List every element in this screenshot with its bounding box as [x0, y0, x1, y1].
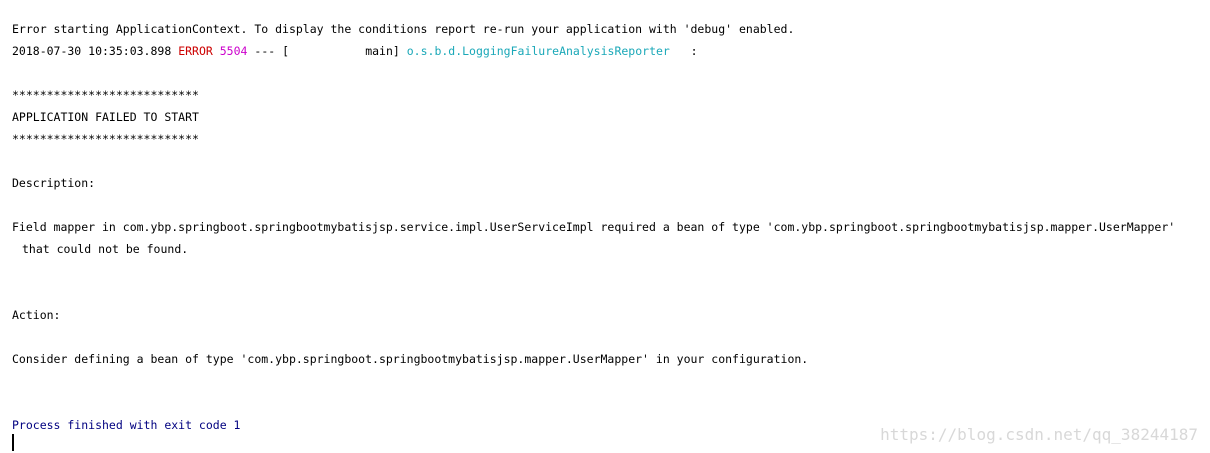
description-line-1: Field mapper in com.ybp.springboot.sprin… — [12, 220, 1176, 234]
log-logger-name: o.s.b.d.LoggingFailureAnalysisReporter — [406, 44, 670, 58]
console-log-line: 2018-07-30 10:35:03.898 ERROR 5504 --- [… — [12, 44, 698, 58]
log-level: ERROR — [178, 44, 213, 58]
log-colon: : — [690, 44, 698, 58]
stars-top: *************************** — [12, 88, 199, 102]
description-label: Description: — [12, 176, 96, 190]
console-output[interactable]: Error starting ApplicationContext. To di… — [0, 0, 1210, 453]
log-thread: [ main] — [282, 44, 400, 58]
log-pid: 5504 — [219, 44, 248, 58]
action-text: Consider defining a bean of type 'com.yb… — [12, 352, 809, 366]
stars-bottom: *************************** — [12, 132, 199, 146]
description-line-2: that could not be found. — [22, 242, 189, 256]
action-label: Action: — [12, 308, 61, 322]
failed-title: APPLICATION FAILED TO START — [12, 110, 199, 124]
log-separator: --- — [254, 44, 276, 58]
exit-message: Process finished with exit code 1 — [12, 418, 241, 432]
text-cursor — [12, 434, 14, 451]
log-timestamp: 2018-07-30 10:35:03.898 — [12, 44, 172, 58]
console-line-error-start: Error starting ApplicationContext. To di… — [12, 22, 795, 36]
watermark: https://blog.csdn.net/qq_38244187 — [880, 425, 1198, 444]
